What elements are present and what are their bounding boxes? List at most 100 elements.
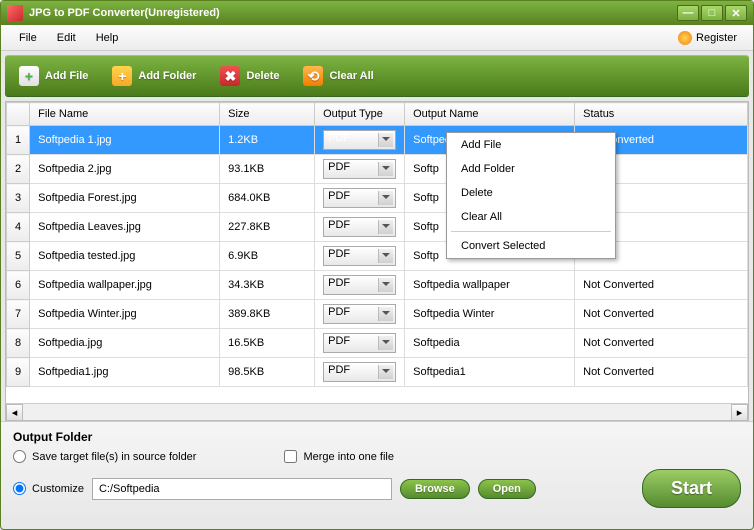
col-status[interactable]: Status bbox=[575, 103, 748, 126]
scroll-right-icon[interactable]: ▸ bbox=[731, 404, 748, 421]
cell-output-type[interactable]: PDF bbox=[315, 271, 405, 300]
cell-file-name: Softpedia Forest.jpg bbox=[30, 184, 220, 213]
cm-add-folder[interactable]: Add Folder bbox=[447, 157, 615, 181]
cell-size: 389.8KB bbox=[220, 300, 315, 329]
col-size[interactable]: Size bbox=[220, 103, 315, 126]
menu-file[interactable]: File bbox=[9, 29, 47, 47]
table-row[interactable]: 7Softpedia Winter.jpg389.8KBPDFSoftpedia… bbox=[7, 300, 748, 329]
key-icon bbox=[678, 31, 692, 45]
cell-file-name: Softpedia Leaves.jpg bbox=[30, 213, 220, 242]
row-number: 9 bbox=[7, 358, 30, 387]
add-file-button[interactable]: + Add File bbox=[19, 66, 88, 86]
cell-file-name: Softpedia wallpaper.jpg bbox=[30, 271, 220, 300]
chevron-down-icon bbox=[382, 311, 390, 315]
cm-delete[interactable]: Delete bbox=[447, 181, 615, 205]
clear-all-button[interactable]: ⟲ Clear All bbox=[303, 66, 373, 86]
cm-convert-selected[interactable]: Convert Selected bbox=[447, 234, 615, 258]
add-folder-button[interactable]: + Add Folder bbox=[112, 66, 196, 86]
type-dropdown[interactable]: PDF bbox=[323, 333, 396, 353]
chevron-down-icon bbox=[382, 369, 390, 373]
cell-file-name: Softpedia Winter.jpg bbox=[30, 300, 220, 329]
type-dropdown[interactable]: PDF bbox=[323, 217, 396, 237]
cell-output-type[interactable]: PDF bbox=[315, 126, 405, 155]
type-dropdown[interactable]: PDF bbox=[323, 130, 396, 150]
folder-plus-icon: + bbox=[112, 66, 132, 86]
col-output-type[interactable]: Output Type bbox=[315, 103, 405, 126]
register-label: Register bbox=[696, 32, 737, 44]
col-output-name[interactable]: Output Name bbox=[405, 103, 575, 126]
start-button[interactable]: Start bbox=[642, 469, 741, 508]
menu-edit[interactable]: Edit bbox=[47, 29, 86, 47]
type-dropdown[interactable]: PDF bbox=[323, 159, 396, 179]
cm-add-file[interactable]: Add File bbox=[447, 133, 615, 157]
customize-label: Customize bbox=[32, 483, 84, 495]
row-number: 1 bbox=[7, 126, 30, 155]
col-file-name[interactable]: File Name bbox=[30, 103, 220, 126]
open-button[interactable]: Open bbox=[478, 479, 536, 499]
cell-output-type[interactable]: PDF bbox=[315, 300, 405, 329]
cell-output-type[interactable]: PDF bbox=[315, 358, 405, 387]
type-dropdown[interactable]: PDF bbox=[323, 246, 396, 266]
cell-size: 227.8KB bbox=[220, 213, 315, 242]
add-folder-label: Add Folder bbox=[138, 70, 196, 82]
table-row[interactable]: 1Softpedia 1.jpg1.2KBPDFSoftpedia 1Not C… bbox=[7, 126, 748, 155]
minimize-button[interactable]: — bbox=[677, 5, 699, 21]
toolbar: + Add File + Add Folder ✖ Delete ⟲ Clear… bbox=[5, 55, 749, 97]
customize-radio[interactable]: Customize bbox=[13, 482, 84, 495]
cell-status: Not Converted bbox=[575, 358, 748, 387]
cell-output-type[interactable]: PDF bbox=[315, 242, 405, 271]
output-folder-heading: Output Folder bbox=[13, 430, 741, 444]
chevron-down-icon bbox=[382, 340, 390, 344]
maximize-button[interactable]: □ bbox=[701, 5, 723, 21]
merge-checkbox[interactable]: Merge into one file bbox=[284, 450, 394, 463]
cell-output-type[interactable]: PDF bbox=[315, 329, 405, 358]
table-row[interactable]: 6Softpedia wallpaper.jpg34.3KBPDFSoftped… bbox=[7, 271, 748, 300]
cell-size: 98.5KB bbox=[220, 358, 315, 387]
row-number: 2 bbox=[7, 155, 30, 184]
cell-output-type[interactable]: PDF bbox=[315, 155, 405, 184]
menu-help[interactable]: Help bbox=[86, 29, 129, 47]
cell-status: Not Converted bbox=[575, 271, 748, 300]
save-source-radio-input[interactable] bbox=[13, 450, 26, 463]
row-number: 5 bbox=[7, 242, 30, 271]
cell-status: Not Converted bbox=[575, 300, 748, 329]
menubar: File Edit Help Register bbox=[1, 25, 753, 51]
output-path-input[interactable] bbox=[92, 478, 392, 500]
register-button[interactable]: Register bbox=[670, 28, 745, 48]
cell-output-name: Softpedia bbox=[405, 329, 575, 358]
type-dropdown[interactable]: PDF bbox=[323, 188, 396, 208]
type-dropdown[interactable]: PDF bbox=[323, 362, 396, 382]
cell-size: 34.3KB bbox=[220, 271, 315, 300]
delete-button[interactable]: ✖ Delete bbox=[220, 66, 279, 86]
merge-checkbox-input[interactable] bbox=[284, 450, 297, 463]
cm-clear-all[interactable]: Clear All bbox=[447, 205, 615, 229]
table-row[interactable]: 5Softpedia tested.jpg6.9KBPDFSoftperted bbox=[7, 242, 748, 271]
scroll-left-icon[interactable]: ◂ bbox=[6, 404, 23, 421]
type-dropdown[interactable]: PDF bbox=[323, 275, 396, 295]
table-row[interactable]: 4Softpedia Leaves.jpg227.8KBPDFSoftperte… bbox=[7, 213, 748, 242]
window-title: JPG to PDF Converter(Unregistered) bbox=[29, 7, 675, 19]
cell-file-name: Softpedia1.jpg bbox=[30, 358, 220, 387]
col-rownum[interactable] bbox=[7, 103, 30, 126]
table-row[interactable]: 9Softpedia1.jpg98.5KBPDFSoftpedia1Not Co… bbox=[7, 358, 748, 387]
cell-file-name: Softpedia tested.jpg bbox=[30, 242, 220, 271]
close-button[interactable]: ✕ bbox=[725, 5, 747, 21]
file-plus-icon: + bbox=[19, 66, 39, 86]
add-file-label: Add File bbox=[45, 70, 88, 82]
row-number: 3 bbox=[7, 184, 30, 213]
horizontal-scrollbar[interactable]: ◂ ▸ bbox=[6, 403, 748, 420]
table-row[interactable]: 2Softpedia 2.jpg93.1KBPDFSoftperted bbox=[7, 155, 748, 184]
save-source-radio[interactable]: Save target file(s) in source folder bbox=[13, 450, 196, 463]
cell-output-type[interactable]: PDF bbox=[315, 184, 405, 213]
cell-file-name: Softpedia 1.jpg bbox=[30, 126, 220, 155]
cell-output-type[interactable]: PDF bbox=[315, 213, 405, 242]
browse-button[interactable]: Browse bbox=[400, 479, 470, 499]
table-row[interactable]: 8Softpedia.jpg16.5KBPDFSoftpediaNot Conv… bbox=[7, 329, 748, 358]
row-number: 4 bbox=[7, 213, 30, 242]
type-dropdown[interactable]: PDF bbox=[323, 304, 396, 324]
delete-label: Delete bbox=[246, 70, 279, 82]
output-panel: Output Folder Save target file(s) in sou… bbox=[1, 421, 753, 522]
table-row[interactable]: 3Softpedia Forest.jpg684.0KBPDFSoftperte… bbox=[7, 184, 748, 213]
save-source-label: Save target file(s) in source folder bbox=[32, 451, 196, 463]
customize-radio-input[interactable] bbox=[13, 482, 26, 495]
